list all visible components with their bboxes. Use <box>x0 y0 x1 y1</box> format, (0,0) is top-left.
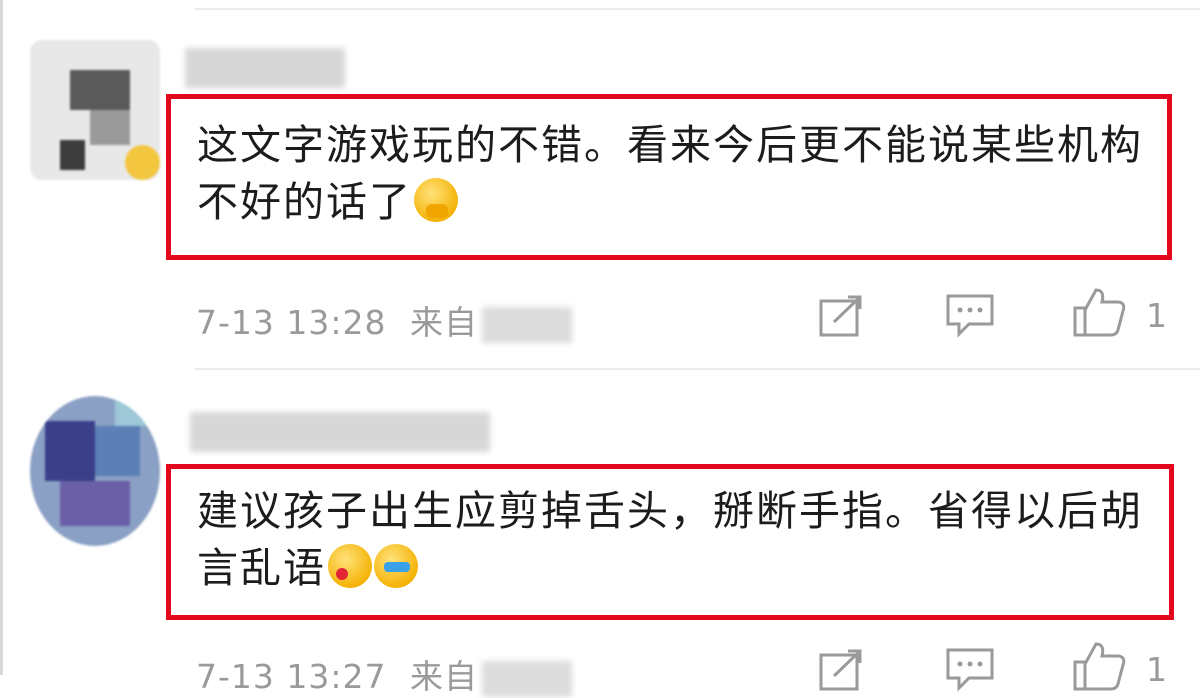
username[interactable] <box>190 412 490 452</box>
thinking-face-emoji <box>414 178 458 222</box>
like-count: 1 <box>1146 650 1167 689</box>
like-thumb-icon[interactable] <box>1072 286 1128 338</box>
divider <box>195 368 1200 370</box>
username[interactable] <box>185 48 345 88</box>
comment-meta: 7-13 13:27 来自 <box>196 650 572 698</box>
comment-icon[interactable] <box>945 646 995 692</box>
source-label: 来自 <box>410 303 478 342</box>
comment-meta: 7-13 13:28 来自 <box>196 296 572 344</box>
source-device <box>482 660 572 697</box>
left-edge <box>0 0 3 675</box>
comment-text: 这文字游戏玩的不错。看来今后更不能说某些机构不好的话了 <box>197 121 1143 226</box>
share-icon[interactable] <box>818 648 864 692</box>
divider <box>195 8 1200 10</box>
kiss-face-emoji <box>328 544 372 588</box>
timestamp: 7-13 13:27 <box>196 657 387 696</box>
like-count: 1 <box>1146 296 1167 335</box>
source-device <box>482 306 572 343</box>
source-label: 来自 <box>410 657 478 696</box>
comment-highlight-box: 这文字游戏玩的不错。看来今后更不能说某些机构不好的话了 <box>166 94 1172 260</box>
avatar[interactable] <box>30 40 160 180</box>
share-icon[interactable] <box>818 294 864 338</box>
comment-icon[interactable] <box>945 292 995 338</box>
comment-highlight-box: 建议孩子出生应剪掉舌头，掰断手指。省得以后胡言乱语 <box>166 464 1174 620</box>
timestamp: 7-13 13:28 <box>196 303 387 342</box>
laughing-face-emoji <box>374 544 418 588</box>
like-thumb-icon[interactable] <box>1072 640 1128 692</box>
avatar[interactable] <box>30 396 160 546</box>
comment-text: 建议孩子出生应剪掉舌头，掰断手指。省得以后胡言乱语 <box>197 487 1143 592</box>
